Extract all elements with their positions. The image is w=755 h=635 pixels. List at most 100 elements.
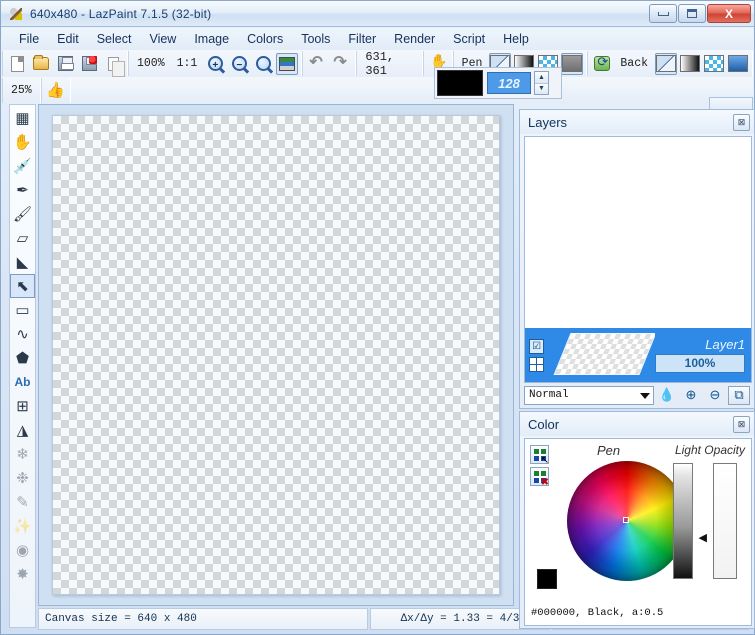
eraser-tool[interactable]: ▱ xyxy=(10,226,35,250)
blend-droplet-button[interactable]: 💧 xyxy=(656,386,678,405)
close-button[interactable]: X xyxy=(707,4,751,23)
layer-list[interactable]: ☑ Layer1 100% xyxy=(524,136,752,383)
opacity-slider[interactable] xyxy=(713,463,737,579)
layer-toggles: ☑ xyxy=(525,328,548,382)
color-wheel-cursor[interactable] xyxy=(623,517,629,523)
blend-mode-select[interactable]: Normal xyxy=(524,385,654,405)
back-gradient-button[interactable] xyxy=(679,53,701,75)
deform-tool[interactable]: ◉ xyxy=(10,538,35,562)
layers-panel: Layers ⊠ ☑ Layer1 100% Normal 💧 ⊕ ⊖ ⧉ xyxy=(519,109,755,409)
zoom-one-to-one-button[interactable]: 1:1 xyxy=(171,57,204,70)
layer-opacity-slider[interactable]: 100% xyxy=(655,353,745,373)
save-button[interactable] xyxy=(54,53,76,75)
thumbs-up-icon: 👍 xyxy=(46,82,66,99)
main-toolbar: 100% 1:1 + − 631, 361 Pen Back xyxy=(2,50,753,78)
menu-colors[interactable]: Colors xyxy=(238,29,292,49)
alpha-stepper[interactable]: ▲ ▼ xyxy=(534,71,549,95)
layer-list-item[interactable]: ☑ Layer1 100% xyxy=(525,328,751,382)
menu-image[interactable]: Image xyxy=(185,29,238,49)
new-file-button[interactable] xyxy=(6,53,28,75)
selected-color-swatch[interactable] xyxy=(537,569,557,589)
dock-edge-stub xyxy=(709,97,753,109)
open-file-button[interactable] xyxy=(30,53,52,75)
color-panel-header: Color ⊠ xyxy=(520,412,754,436)
paintbrush-icon xyxy=(8,6,24,22)
phong-shading-tool[interactable]: ❉ xyxy=(10,466,35,490)
zoom-fit-button[interactable] xyxy=(252,53,274,75)
menu-filter[interactable]: Filter xyxy=(339,29,385,49)
validate-button[interactable]: 👍 xyxy=(45,79,67,101)
clear-palette-button[interactable]: ✖ xyxy=(530,467,549,488)
redo-button[interactable] xyxy=(330,52,352,75)
current-color-swatch[interactable] xyxy=(437,70,483,96)
light-slider-marker: ◀ xyxy=(698,532,707,544)
redo-icon xyxy=(333,52,349,72)
toggle-layers-button[interactable] xyxy=(276,52,299,75)
light-slider[interactable] xyxy=(673,463,693,579)
pen-tool[interactable]: ✒ xyxy=(10,178,35,202)
alpha-stepper-down[interactable]: ▼ xyxy=(535,83,548,94)
selection-rect-tool[interactable]: ▦ xyxy=(10,106,35,130)
rectangle-tool[interactable]: ▭ xyxy=(10,298,35,322)
remove-layer-button[interactable]: ⊖ xyxy=(704,386,726,405)
magic-wand-tool[interactable]: ✨ xyxy=(10,514,35,538)
menu-edit[interactable]: Edit xyxy=(48,29,88,49)
image-canvas[interactable] xyxy=(52,115,500,595)
status-canvas-size: Canvas size = 640 x 480 xyxy=(38,608,368,630)
fill-bucket-tool[interactable]: ◣ xyxy=(10,250,35,274)
gradient-swatch xyxy=(680,55,700,72)
maximize-button[interactable] xyxy=(678,4,706,23)
copy-icon xyxy=(107,56,125,77)
menu-help[interactable]: Help xyxy=(494,29,538,49)
move-selection-tool[interactable]: ⬉ xyxy=(10,274,35,298)
zoom-toolbar-group: 100% 1:1 + − xyxy=(128,51,303,76)
color-wheel[interactable] xyxy=(567,461,687,581)
transform-grid-tool[interactable]: ⊞ xyxy=(10,394,35,418)
menu-file[interactable]: File xyxy=(10,29,48,49)
clone-tool[interactable]: ❄ xyxy=(10,442,35,466)
color-picker-tool[interactable]: 💉 xyxy=(10,154,35,178)
choose-palette-button[interactable]: ↖ xyxy=(530,445,549,466)
layer-grid-icon[interactable] xyxy=(529,356,545,372)
alpha-value-input[interactable]: 128 xyxy=(487,72,531,94)
rectangle-icon: ▭ xyxy=(15,301,30,319)
color-panel-close-icon[interactable]: ⊠ xyxy=(733,415,750,433)
alpha-stepper-up[interactable]: ▲ xyxy=(535,72,548,84)
swap-colors-button[interactable] xyxy=(591,53,613,75)
canvas-viewport[interactable] xyxy=(38,104,514,606)
phong-shading-icon: ❉ xyxy=(16,469,29,487)
brush-tool[interactable]: 🖌 xyxy=(10,202,35,226)
gradient-tool[interactable]: ◮ xyxy=(10,418,35,442)
cursor-arrow-icon: ↖ xyxy=(540,455,549,466)
copy-button[interactable] xyxy=(102,53,125,77)
add-layer-button[interactable]: ⊕ xyxy=(680,386,702,405)
pen-icon: ✒ xyxy=(16,181,29,199)
polygon-tool[interactable]: ⬟ xyxy=(10,346,35,370)
layers-panel-close-icon[interactable]: ⊠ xyxy=(733,113,750,131)
menu-select[interactable]: Select xyxy=(88,29,141,49)
layer-name[interactable]: Layer1 xyxy=(705,338,745,351)
hand-pan-tool[interactable]: ✋ xyxy=(10,130,35,154)
layer-visibility-checkbox[interactable]: ☑ xyxy=(529,338,545,354)
menu-render[interactable]: Render xyxy=(385,29,444,49)
back-checker-button[interactable] xyxy=(703,53,725,75)
zoom-out-button[interactable]: − xyxy=(228,53,250,75)
zoom-in-button[interactable]: + xyxy=(204,53,226,75)
undo-button[interactable] xyxy=(306,52,328,75)
retouch-tool[interactable]: ✎ xyxy=(10,490,35,514)
pen-color-alpha-popup: 128 ▲ ▼ xyxy=(434,67,562,99)
title-bar: 640x480 - LazPaint 7.1.5 (32-bit) X xyxy=(1,1,754,27)
menu-view[interactable]: View xyxy=(140,29,185,49)
back-pattern-button[interactable] xyxy=(655,52,677,75)
duplicate-layer-button[interactable]: ⧉ xyxy=(728,385,750,405)
back-blue-button[interactable] xyxy=(727,53,749,75)
text-tool[interactable]: Ab xyxy=(10,370,35,394)
pen-gray-button[interactable] xyxy=(561,52,584,75)
minimize-button[interactable] xyxy=(649,4,677,23)
menu-tools[interactable]: Tools xyxy=(292,29,339,49)
curve-icon: ∿ xyxy=(16,325,29,343)
save-as-button[interactable] xyxy=(78,53,100,75)
menu-script[interactable]: Script xyxy=(444,29,494,49)
curve-tool[interactable]: ∿ xyxy=(10,322,35,346)
texture-tool[interactable]: ✸ xyxy=(10,562,35,586)
